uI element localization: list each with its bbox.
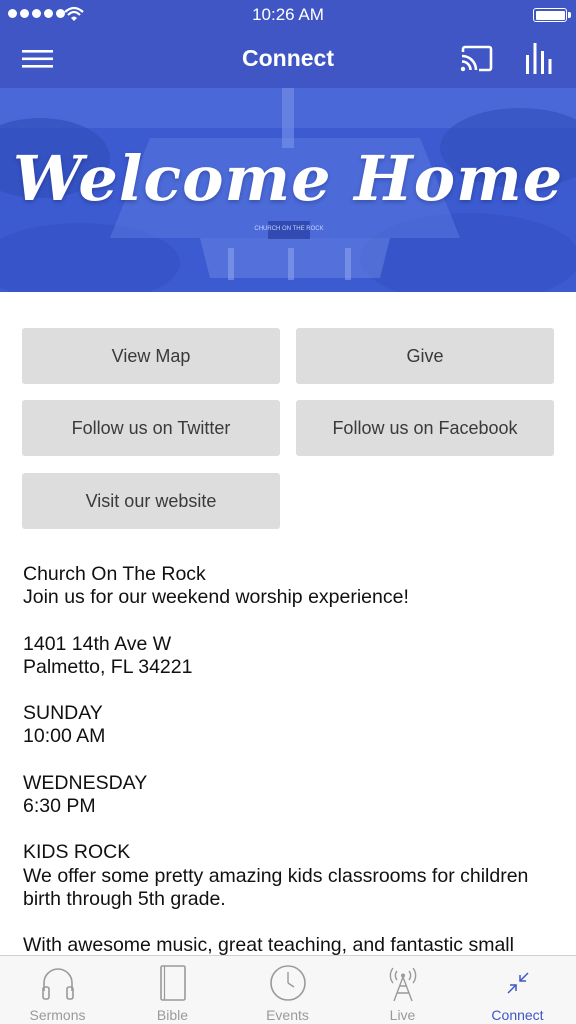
intro-section: Church On The Rock Join us for our weeke…	[23, 563, 563, 609]
wednesday-time: 6:30 PM	[23, 794, 96, 817]
headphones-icon	[41, 968, 74, 1000]
sunday-time: 10:00 AM	[23, 725, 106, 748]
tab-sermons[interactable]: Sermons	[0, 956, 115, 1024]
address-line-1: 1401 14th Ave W	[23, 632, 172, 655]
tab-label-bible: Bible	[156, 1007, 189, 1023]
sunday-section: SUNDAY 10:00 AM	[23, 702, 563, 748]
clock-icon	[269, 965, 306, 1001]
church-name: Church On The Rock	[23, 563, 206, 585]
church-sign: CHURCH ON THE ROCK	[254, 226, 323, 232]
view-map-button[interactable]: View Map	[22, 328, 280, 384]
welcome-heading: Welcome Home	[12, 142, 564, 215]
church-tagline: Join us for our weekend worship experien…	[23, 586, 409, 609]
status-time: 10:26 AM	[252, 5, 324, 24]
tab-bar: Sermons Bible Events Live Connect	[0, 955, 576, 1024]
tab-connect[interactable]: Connect	[460, 956, 575, 1024]
nav-bar: Connect	[0, 30, 576, 88]
connect-arrows-icon	[506, 972, 529, 994]
closing-text: With awesome music, great teaching, and …	[23, 934, 514, 957]
kids-section: KIDS ROCK We offer some pretty amazing k…	[23, 841, 563, 911]
facebook-button[interactable]: Follow us on Facebook	[296, 400, 554, 456]
give-button[interactable]: Give	[296, 328, 554, 384]
address-line-2: Palmetto, FL 34221	[23, 655, 193, 678]
church-info: Church On The Rock Join us for our weeke…	[23, 563, 563, 981]
tab-label-events: Events	[266, 1007, 309, 1023]
status-bar: 10:26 AM	[0, 0, 576, 30]
kids-label: KIDS ROCK	[23, 841, 131, 864]
broadcast-tower-icon	[389, 967, 416, 1002]
kids-description: We offer some pretty amazing kids classr…	[23, 864, 529, 910]
tab-label-sermons: Sermons	[29, 1007, 86, 1023]
book-icon	[159, 965, 186, 1001]
twitter-button[interactable]: Follow us on Twitter	[22, 400, 280, 456]
tab-label-connect: Connect	[491, 1007, 544, 1023]
cast-icon[interactable]	[460, 44, 494, 74]
tab-events[interactable]: Events	[230, 956, 345, 1024]
tab-bible[interactable]: Bible	[115, 956, 230, 1024]
hero-banner: CHURCH ON THE ROCK Welcome Home	[0, 88, 576, 292]
wednesday-section: WEDNESDAY 6:30 PM	[23, 772, 563, 818]
tab-label-live: Live	[389, 1007, 416, 1023]
closing-section: With awesome music, great teaching, and …	[23, 934, 563, 957]
wednesday-label: WEDNESDAY	[23, 771, 148, 794]
tab-live[interactable]: Live	[345, 956, 460, 1024]
address-section: 1401 14th Ave W Palmetto, FL 34221	[23, 633, 563, 679]
website-button[interactable]: Visit our website	[22, 473, 280, 529]
battery-icon	[533, 8, 571, 22]
sunday-label: SUNDAY	[23, 702, 103, 725]
bar-chart-icon[interactable]	[524, 41, 554, 75]
